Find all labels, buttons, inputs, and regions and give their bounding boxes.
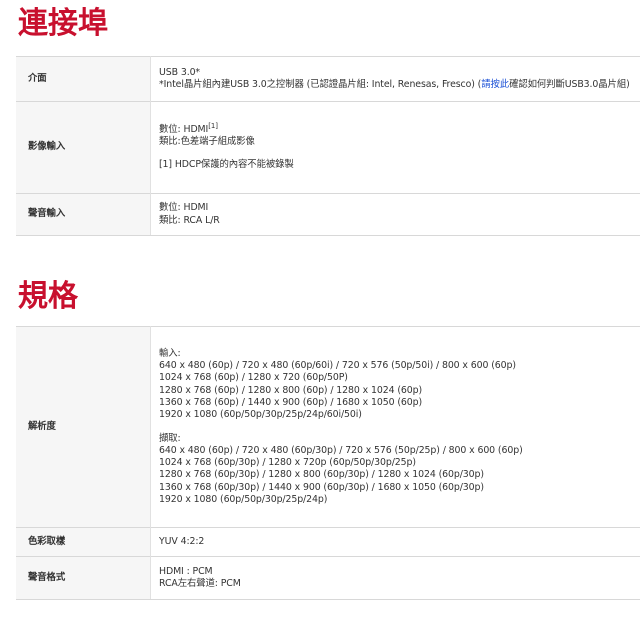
row-label: 色彩取樣 <box>16 527 151 557</box>
table-row-interface: 介面 USB 3.0* *Intel晶片組內建USB 3.0之控制器 (已認證晶… <box>16 56 640 102</box>
specs-table: 解析度 輸入: 640 x 480 (60p) / 720 x 480 (60p… <box>16 326 640 600</box>
resolution-capture-line: 1280 x 768 (60p/30p) / 1280 x 800 (60p/3… <box>159 469 484 481</box>
row-value: 數位: HDMI[1] 類比:色差端子組成影像 [1] HDCP保護的內容不能被… <box>150 101 640 194</box>
video-input-digital-text: 數位: HDMI <box>159 123 209 135</box>
resolution-input-line: 1920 x 1080 (60p/50p/30p/25p/24p/60i/50i… <box>159 409 362 421</box>
row-value: HDMI : PCM RCA左右聲道: PCM <box>150 556 640 600</box>
row-label: 影像輸入 <box>16 101 151 194</box>
resolution-input-line: 1280 x 768 (60p) / 1280 x 800 (60p) / 12… <box>159 384 423 396</box>
audio-format-hdmi: HDMI : PCM <box>159 565 213 577</box>
table-row-audio-input: 聲音輸入 數位: HDMI 類比: RCA L/R <box>16 193 640 236</box>
footnote-ref: [1] <box>208 121 218 130</box>
specs-section-title: 規格 <box>18 279 78 314</box>
resolution-capture-line: 640 x 480 (60p) / 720 x 480 (60p/30p) / … <box>159 444 523 456</box>
resolution-capture-line: 1024 x 768 (60p/30p) / 1280 x 720p (60p/… <box>159 457 416 469</box>
row-label: 聲音輸入 <box>16 193 151 236</box>
resolution-capture-line: 1920 x 1080 (60p/50p/30p/25p/24p) <box>159 493 328 505</box>
chipset-note-text-end: 確認如何判斷USB3.0晶片組) <box>509 79 630 90</box>
ports-section-title: 連接埠 <box>18 6 108 41</box>
row-label: 解析度 <box>16 326 151 528</box>
interface-chipset-note: *Intel晶片組內建USB 3.0之控制器 (已認證晶片組: Intel, R… <box>159 79 640 91</box>
resolution-input-header: 輸入: <box>159 347 181 359</box>
audio-format-rca: RCA左右聲道: PCM <box>159 578 241 589</box>
audio-input-digital: 數位: HDMI <box>159 202 209 214</box>
table-row-color-sampling: 色彩取樣 YUV 4:2:2 <box>16 527 640 557</box>
video-input-analog: 類比:色差端子組成影像 <box>159 135 255 147</box>
check-chipset-link[interactable]: 請按此 <box>481 79 509 90</box>
interface-usb-version: USB 3.0* <box>159 66 201 78</box>
audio-input-analog: 類比: RCA L/R <box>159 214 220 226</box>
row-value: USB 3.0* *Intel晶片組內建USB 3.0之控制器 (已認證晶片組:… <box>150 56 640 102</box>
table-row-resolution: 解析度 輸入: 640 x 480 (60p) / 720 x 480 (60p… <box>16 326 640 528</box>
row-value: 輸入: 640 x 480 (60p) / 720 x 480 (60p/60i… <box>150 326 640 528</box>
resolution-input-line: 1360 x 768 (60p) / 1440 x 900 (60p) / 16… <box>159 396 423 408</box>
row-value: YUV 4:2:2 <box>150 527 640 557</box>
ports-spec-table: 介面 USB 3.0* *Intel晶片組內建USB 3.0之控制器 (已認證晶… <box>16 56 640 236</box>
resolution-input-line: 1024 x 768 (60p) / 1280 x 720 (60p/50P) <box>159 372 348 384</box>
resolution-capture-line: 1360 x 768 (60p/30p) / 1440 x 900 (60p/3… <box>159 481 484 493</box>
video-input-digital: 數位: HDMI[1] <box>159 121 640 136</box>
row-label: 介面 <box>16 56 151 102</box>
row-value: 數位: HDMI 類比: RCA L/R <box>150 193 640 236</box>
resolution-capture-header: 擷取: <box>159 432 181 444</box>
hdcp-footnote: [1] HDCP保護的內容不能被錄製 <box>159 159 294 171</box>
chipset-note-text: *Intel晶片組內建USB 3.0之控制器 (已認證晶片組: Intel, R… <box>159 79 482 90</box>
table-row-audio-format: 聲音格式 HDMI : PCM RCA左右聲道: PCM <box>16 556 640 600</box>
row-label: 聲音格式 <box>16 556 151 600</box>
table-row-video-input: 影像輸入 數位: HDMI[1] 類比:色差端子組成影像 [1] HDCP保護的… <box>16 101 640 194</box>
resolution-input-line: 640 x 480 (60p) / 720 x 480 (60p/60i) / … <box>159 360 516 372</box>
